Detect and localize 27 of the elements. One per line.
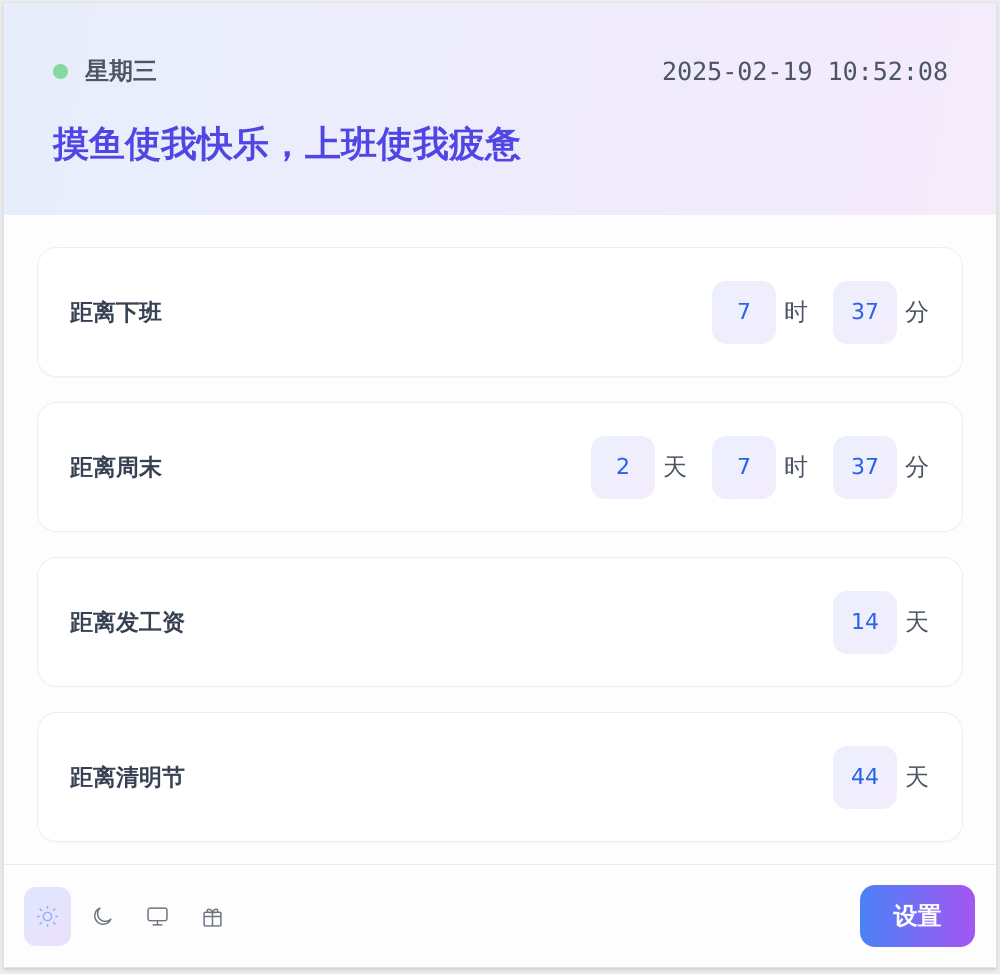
countdown-number: 2 (591, 436, 655, 498)
slogan-title: 摸鱼使我快乐，上班使我疲惫 (53, 123, 522, 167)
datetime-text: 2025-02-19 10:52:08 (662, 56, 948, 86)
weekday-label: 星期三 (85, 56, 157, 87)
unit-label: 分 (905, 452, 929, 483)
unit-label: 天 (663, 452, 687, 483)
unit-label: 分 (905, 297, 929, 328)
countdown-number: 37 (833, 280, 897, 344)
unit-label: 时 (784, 297, 808, 328)
countdown-number: 7 (712, 436, 776, 498)
countdown-number: 7 (712, 280, 776, 344)
countdown-label: 距离清明节 (70, 764, 185, 792)
countdown-number: 44 (833, 746, 897, 808)
countdown-label: 距离周末 (70, 454, 162, 482)
unit-label: 时 (784, 452, 808, 483)
countdown-label: 距离发工资 (70, 608, 185, 638)
unit-label: 天 (905, 762, 929, 793)
monitor-icon (147, 906, 168, 926)
countdown-number: 37 (833, 436, 897, 498)
gift-icon (202, 906, 223, 926)
countdown-number: 14 (833, 590, 897, 654)
status-dot-icon (53, 64, 68, 78)
countdown-label: 距离下班 (70, 298, 162, 328)
moon-icon (92, 906, 113, 926)
settings-button[interactable]: 设置 (860, 885, 975, 947)
sun-icon (37, 906, 58, 926)
unit-label: 天 (905, 607, 929, 638)
